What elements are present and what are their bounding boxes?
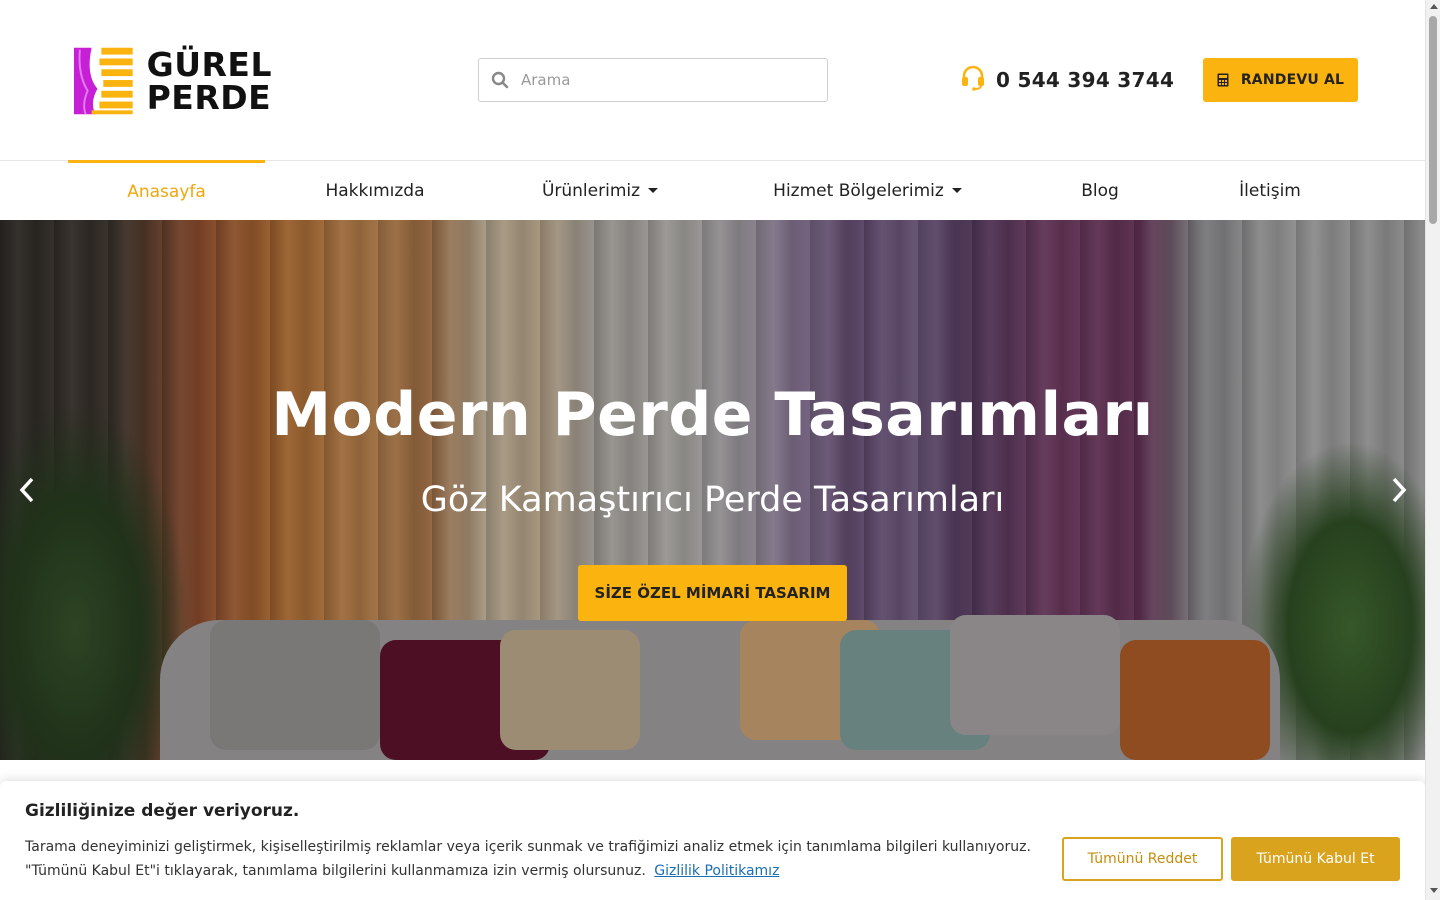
curtain-logo-icon [73, 47, 133, 115]
hero-slider: Modern Perde Tasarımları Göz Kamaştırıcı… [0, 220, 1425, 760]
reject-all-button[interactable]: Tümünü Reddet [1062, 837, 1223, 881]
scroll-down-arrow-icon[interactable] [1430, 888, 1438, 893]
chevron-left-icon [19, 477, 34, 503]
nav-item-label: Hizmet Bölgelerimiz [773, 180, 944, 201]
logo-wordmark: GÜREL PERDE [147, 48, 272, 114]
search-icon[interactable] [479, 71, 521, 89]
site-header: GÜREL PERDE 0 544 394 3744 RAND [0, 0, 1425, 160]
phone-number: 0 544 394 3744 [996, 68, 1175, 92]
accept-all-button[interactable]: Tümünü Kabul Et [1231, 837, 1400, 881]
cookie-text: Tarama deneyiminizi geliştirmek, kişisel… [25, 835, 1045, 883]
phone-contact[interactable]: 0 544 394 3744 [960, 64, 1174, 96]
cookie-description: Tarama deneyiminizi geliştirmek, kişisel… [25, 839, 1031, 879]
hero-cta-button[interactable]: SİZE ÖZEL MİMARİ TASARIM [578, 565, 847, 621]
logo-line-2: PERDE [146, 78, 272, 117]
logo-line-1: GÜREL [146, 45, 272, 84]
caret-down-icon [648, 188, 659, 193]
main-nav: Anasayfa Hakkımızda Ürünlerimiz Hizmet B… [0, 160, 1425, 220]
cookie-title: Gizliliğinize değer veriyoruz. [25, 801, 300, 821]
nav-item-label: Hakkımızda [325, 180, 425, 201]
slider-prev-button[interactable] [12, 475, 42, 505]
scroll-thumb[interactable] [1429, 16, 1437, 224]
cookie-banner: Gizliliğinize değer veriyoruz. Tarama de… [0, 781, 1425, 900]
nav-item-label: Ürünlerimiz [541, 180, 641, 201]
nav-item-iletisim[interactable]: İletişim [1220, 161, 1320, 220]
search-input[interactable] [521, 71, 811, 89]
nav-item-hakkimizda[interactable]: Hakkımızda [300, 161, 450, 220]
scroll-up-arrow-icon[interactable] [1430, 4, 1438, 9]
nav-item-blog[interactable]: Blog [1060, 161, 1140, 220]
hero-subtitle: Göz Kamaştırıcı Perde Tasarımları [420, 480, 1005, 520]
calculator-icon [1217, 73, 1229, 87]
privacy-policy-link[interactable]: Gizlilik Politikamız [654, 863, 779, 879]
nav-item-label: Anasayfa [127, 181, 206, 202]
appointment-button-label: RANDEVU AL [1240, 72, 1345, 88]
search-box [478, 58, 828, 102]
nav-item-hizmet-bolgelerimiz[interactable]: Hizmet Bölgelerimiz [760, 161, 975, 220]
site-logo[interactable]: GÜREL PERDE [72, 44, 272, 118]
chevron-right-icon [1392, 477, 1407, 503]
nav-item-label: İletişim [1239, 180, 1301, 201]
appointment-button[interactable]: RANDEVU AL [1203, 58, 1358, 102]
nav-item-anasayfa[interactable]: Anasayfa [68, 160, 265, 220]
nav-item-label: Blog [1081, 180, 1119, 201]
page-scrollbar[interactable] [1425, 0, 1440, 900]
nav-item-urunlerimiz[interactable]: Ürünlerimiz [520, 161, 680, 220]
hero-title: Modern Perde Tasarımları [271, 380, 1154, 450]
headset-icon [960, 65, 986, 95]
slider-next-button[interactable] [1384, 475, 1414, 505]
caret-down-icon [951, 188, 962, 193]
